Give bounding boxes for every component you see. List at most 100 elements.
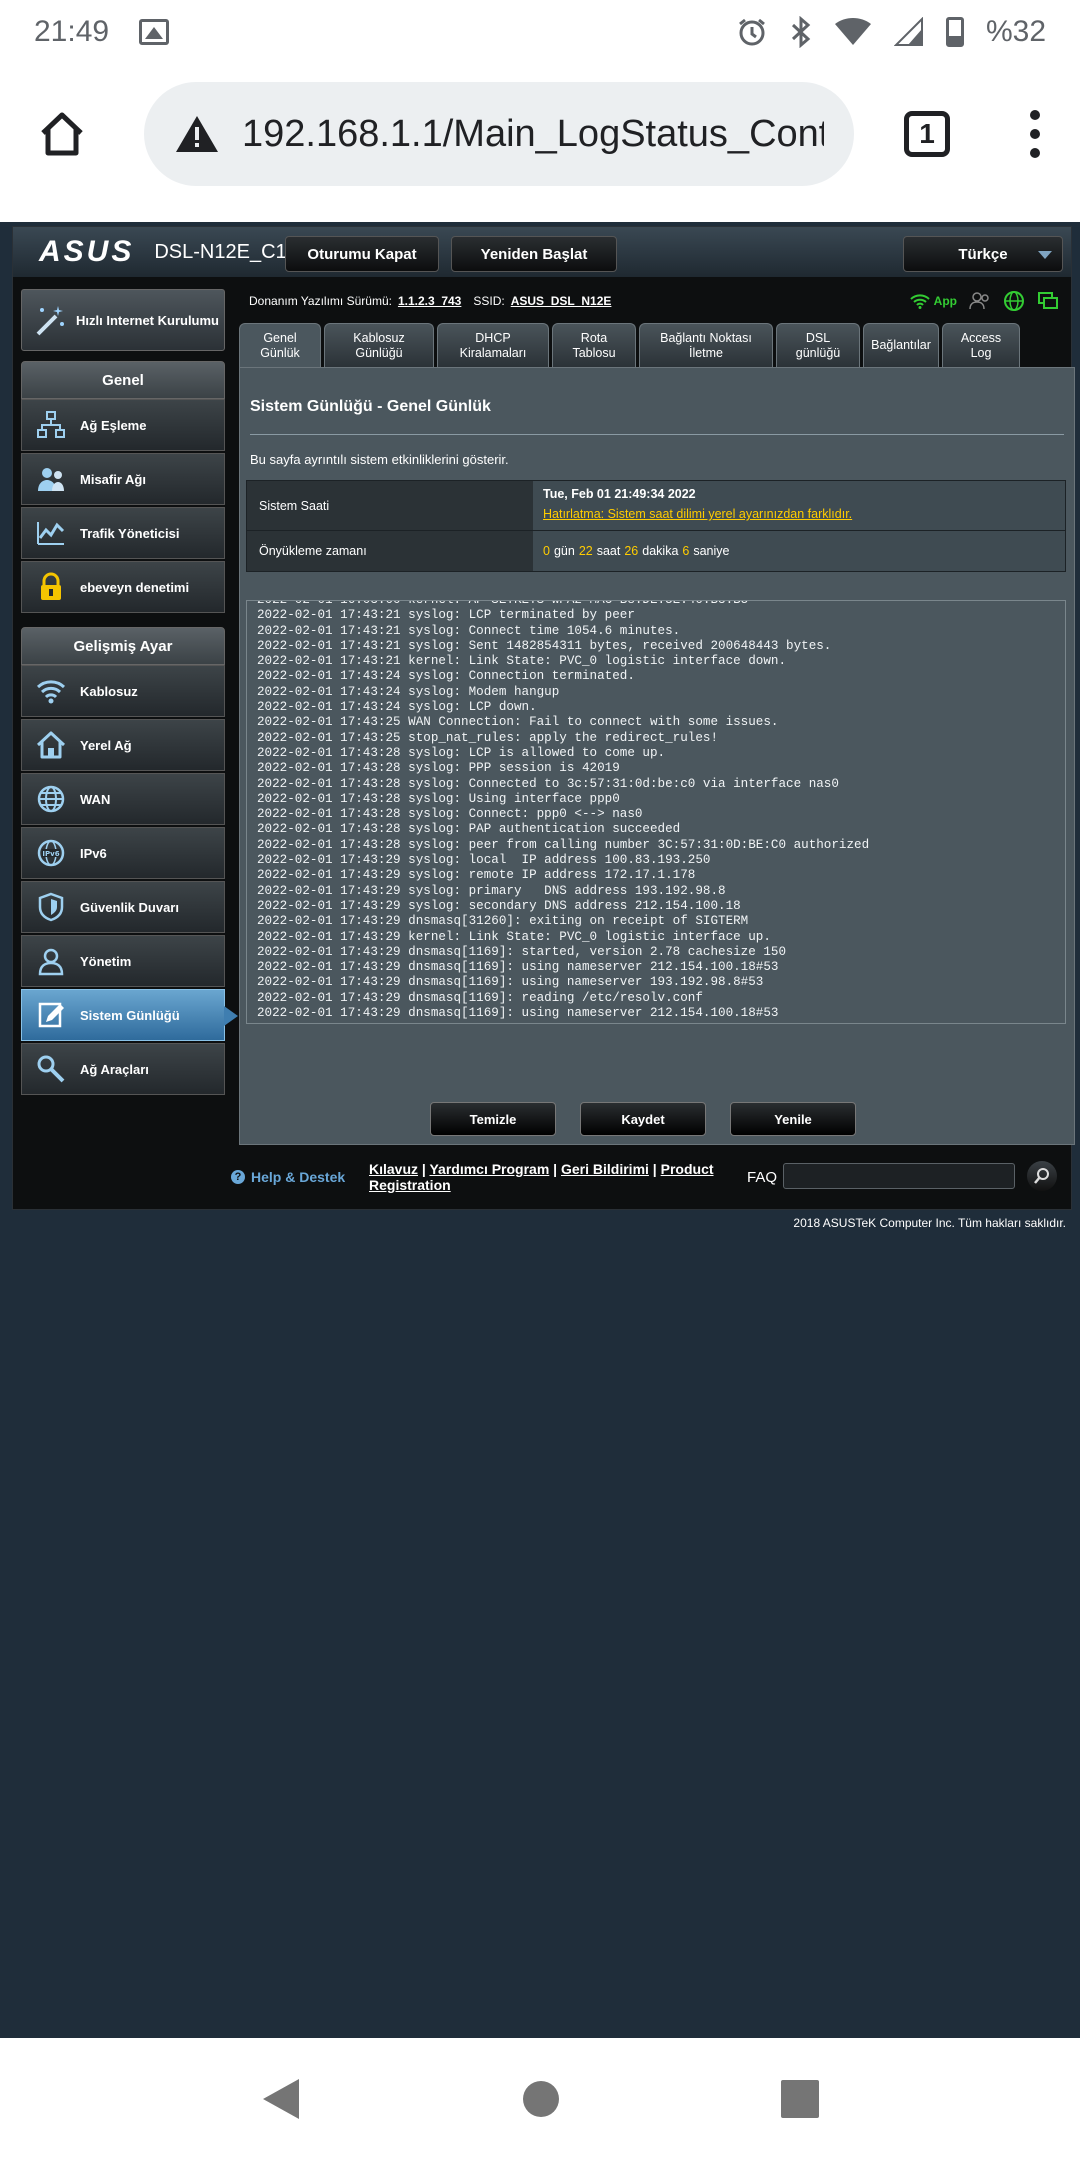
firmware-version-link[interactable]: 1.1.2.3_743 [398, 294, 461, 308]
bluetooth-icon [791, 16, 811, 48]
android-nav-bar [0, 2038, 1080, 2160]
save-log-button[interactable]: Kaydet [580, 1102, 706, 1136]
help-icon: ? [231, 1170, 245, 1184]
internet-status-icon[interactable] [1003, 290, 1025, 312]
sidebar-item-system-log[interactable]: Sistem Günlüğü [21, 989, 238, 1041]
language-select[interactable]: Türkçe [903, 236, 1063, 272]
quick-internet-setup-button[interactable]: Hızlı Internet Kurulumu [21, 289, 225, 351]
help-support-link[interactable]: ? Help & Destek [231, 1169, 345, 1185]
timezone-warning-link[interactable]: Hatırlatma: Sistem saat dilimi yerel aya… [543, 507, 1055, 521]
log-line: 2022-02-01 17:43:29 dnsmasq[31260]: exit… [257, 914, 749, 929]
tab-port-forwarding[interactable]: Bağlantı Noktası İletme [639, 323, 773, 367]
home-icon [41, 112, 83, 156]
alarm-icon [739, 18, 765, 46]
sidebar-item-administration[interactable]: Yönetim [21, 935, 225, 987]
advanced-section-header: Gelişmiş Ayar [21, 627, 225, 665]
tab-dhcp-leases[interactable]: DHCP Kiralamaları [437, 323, 549, 367]
reboot-button[interactable]: Yeniden Başlat [451, 236, 617, 272]
footer-links: Kılavuz | Yardımcı Program | Geri Bildir… [369, 1161, 714, 1193]
model-name: DSL-N12E_C1 [154, 240, 287, 263]
system-info-table: Sistem Saati Tue, Feb 01 21:49:34 2022 H… [246, 480, 1066, 572]
recents-icon[interactable] [781, 2080, 819, 2118]
uptime-label: Önyükleme zamanı [247, 531, 533, 571]
log-line: 2022-02-01 17:43:28 syslog: LCP is allow… [257, 745, 666, 760]
lan-icon [36, 731, 66, 759]
administration-icon [38, 948, 64, 976]
home-button[interactable] [30, 102, 94, 166]
faq-search-button[interactable] [1027, 1161, 1057, 1191]
log-line: 2022-02-01 17:43:29 dnsmasq[1169]: using… [257, 960, 779, 975]
ipv6-icon: IPv6 [37, 839, 65, 867]
log-line: 2022-02-01 17:43:28 syslog: Using interf… [257, 791, 620, 806]
home-nav-icon[interactable] [521, 2079, 561, 2119]
sidebar-item-network-map[interactable]: Ağ Eşleme [21, 399, 225, 451]
utility-link[interactable]: Yardımcı Program [429, 1161, 549, 1177]
sidebar-item-guest-network[interactable]: Misafir Ağı [21, 453, 225, 505]
tab-switcher-button[interactable]: 1 [904, 111, 950, 157]
battery-level: %32 [985, 15, 1046, 48]
sidebar-item-firewall[interactable]: Güvenlik Duvarı [21, 881, 225, 933]
faq-search-input[interactable] [783, 1163, 1015, 1189]
tab-connections[interactable]: Bağlantılar [863, 323, 939, 367]
system-time-label: Sistem Saati [247, 481, 533, 530]
log-line: 2022-02-01 17:43:29 dnsmasq[1169]: readi… [257, 990, 703, 1005]
firmware-label: Donanım Yazılımı Sürümü: [249, 294, 392, 308]
log-line: 2022-02-01 17:43:29 dnsmasq[1169]: start… [257, 944, 787, 959]
log-line: 2022-02-01 17:43:21 syslog: Sent 1482854… [257, 638, 832, 653]
back-icon[interactable] [261, 2077, 301, 2121]
signal-icon [893, 17, 923, 46]
page-title: Sistem Günlüğü - Genel Günlük [250, 398, 491, 415]
log-line: 2022-02-01 17:43:29 syslog: local IP add… [257, 853, 711, 868]
log-line: 2022-02-01 17:43:24 syslog: LCP down. [257, 700, 537, 715]
log-line: 2022-02-01 17:43:21 kernel: Link State: … [257, 654, 787, 669]
sidebar-item-parental-control[interactable]: ebeveyn denetimi [21, 561, 225, 613]
sidebar-item-lan[interactable]: Yerel Ağ [21, 719, 225, 771]
ssid-label: SSID: [473, 294, 505, 308]
divider [250, 434, 1064, 435]
web-page: ASUS DSL-N12E_C1 Oturumu Kapat Yeniden B… [0, 204, 1080, 2038]
tab-access-log[interactable]: Access Log [942, 323, 1020, 367]
sidebar-item-ipv6[interactable]: IPv6 IPv6 [21, 827, 225, 879]
clients-icon[interactable] [969, 292, 991, 310]
network-tools-icon [37, 1055, 65, 1083]
manual-link[interactable]: Kılavuz [369, 1161, 418, 1177]
system-log-textarea[interactable]: 2022-02-01 16:03:00 kernel: AP SETKEYS W… [246, 600, 1066, 1024]
log-line: 2022-02-01 17:43:28 syslog: PAP authenti… [257, 822, 681, 837]
log-line: 2022-02-01 17:43:28 syslog: Connect: ppp… [257, 807, 643, 822]
log-line: 2022-02-01 17:43:29 syslog: remote IP ad… [257, 868, 696, 883]
copyright-text: 2018 ASUSTeK Computer Inc. Tüm hakları s… [793, 1216, 1066, 1230]
traffic-manager-icon [37, 522, 65, 545]
log-line: 2022-02-01 17:43:24 syslog: Connection t… [257, 669, 635, 684]
faq-label: FAQ [747, 1169, 778, 1186]
asus-logo: ASUS [39, 235, 135, 268]
router-admin-panel: ASUS DSL-N12E_C1 Oturumu Kapat Yeniden B… [12, 226, 1075, 1210]
tab-wireless-log[interactable]: Kablosuz Günlüğü [324, 323, 434, 367]
logout-button[interactable]: Oturumu Kapat [285, 236, 439, 272]
sidebar-item-wireless[interactable]: Kablosuz [21, 665, 225, 717]
log-line: 2022-02-01 17:43:21 syslog: Connect time… [257, 623, 681, 638]
system-log-icon [38, 1002, 64, 1028]
browser-menu-button[interactable] [1030, 110, 1040, 158]
tab-general-log[interactable]: Genel Günlük [239, 323, 321, 367]
uptime-value: 0 gün 22 saat 26 dakika 6 saniye [533, 531, 1065, 571]
tab-dsl-log[interactable]: DSL günlüğü [776, 323, 860, 367]
sidebar-item-network-tools[interactable]: Ağ Araçları [21, 1043, 225, 1095]
general-section-header: Genel [21, 361, 225, 399]
app-status[interactable]: App [909, 293, 957, 309]
tab-routing-table[interactable]: Rota Tablosu [552, 323, 636, 367]
ssid-link[interactable]: ASUS_DSL_N12E [511, 294, 612, 308]
feedback-link[interactable]: Geri Bildirimi [561, 1161, 649, 1177]
sidebar-item-traffic-manager[interactable]: Trafik Yöneticisi [21, 507, 225, 559]
clear-log-button[interactable]: Temizle [430, 1102, 556, 1136]
log-line: 2022-02-01 17:43:29 kernel: Link State: … [257, 929, 771, 944]
refresh-log-button[interactable]: Yenile [730, 1102, 856, 1136]
log-line: 2022-02-01 17:43:28 syslog: PPP session … [257, 761, 620, 776]
status-bar: 21:49 %32 [0, 0, 1080, 64]
network-map-icon [37, 411, 65, 438]
address-bar[interactable]: 192.168.1.1/Main_LogStatus_Content.a [144, 82, 854, 186]
usb-status-icon[interactable] [1037, 291, 1059, 311]
page-description: Bu sayfa ayrıntılı sistem etkinliklerini… [250, 452, 509, 467]
sidebar-item-wan[interactable]: WAN [21, 773, 225, 825]
log-line: 2022-02-01 17:43:29 syslog: secondary DN… [257, 898, 741, 913]
log-content-panel: Sistem Günlüğü - Genel Günlük Bu sayfa a… [239, 367, 1075, 1145]
